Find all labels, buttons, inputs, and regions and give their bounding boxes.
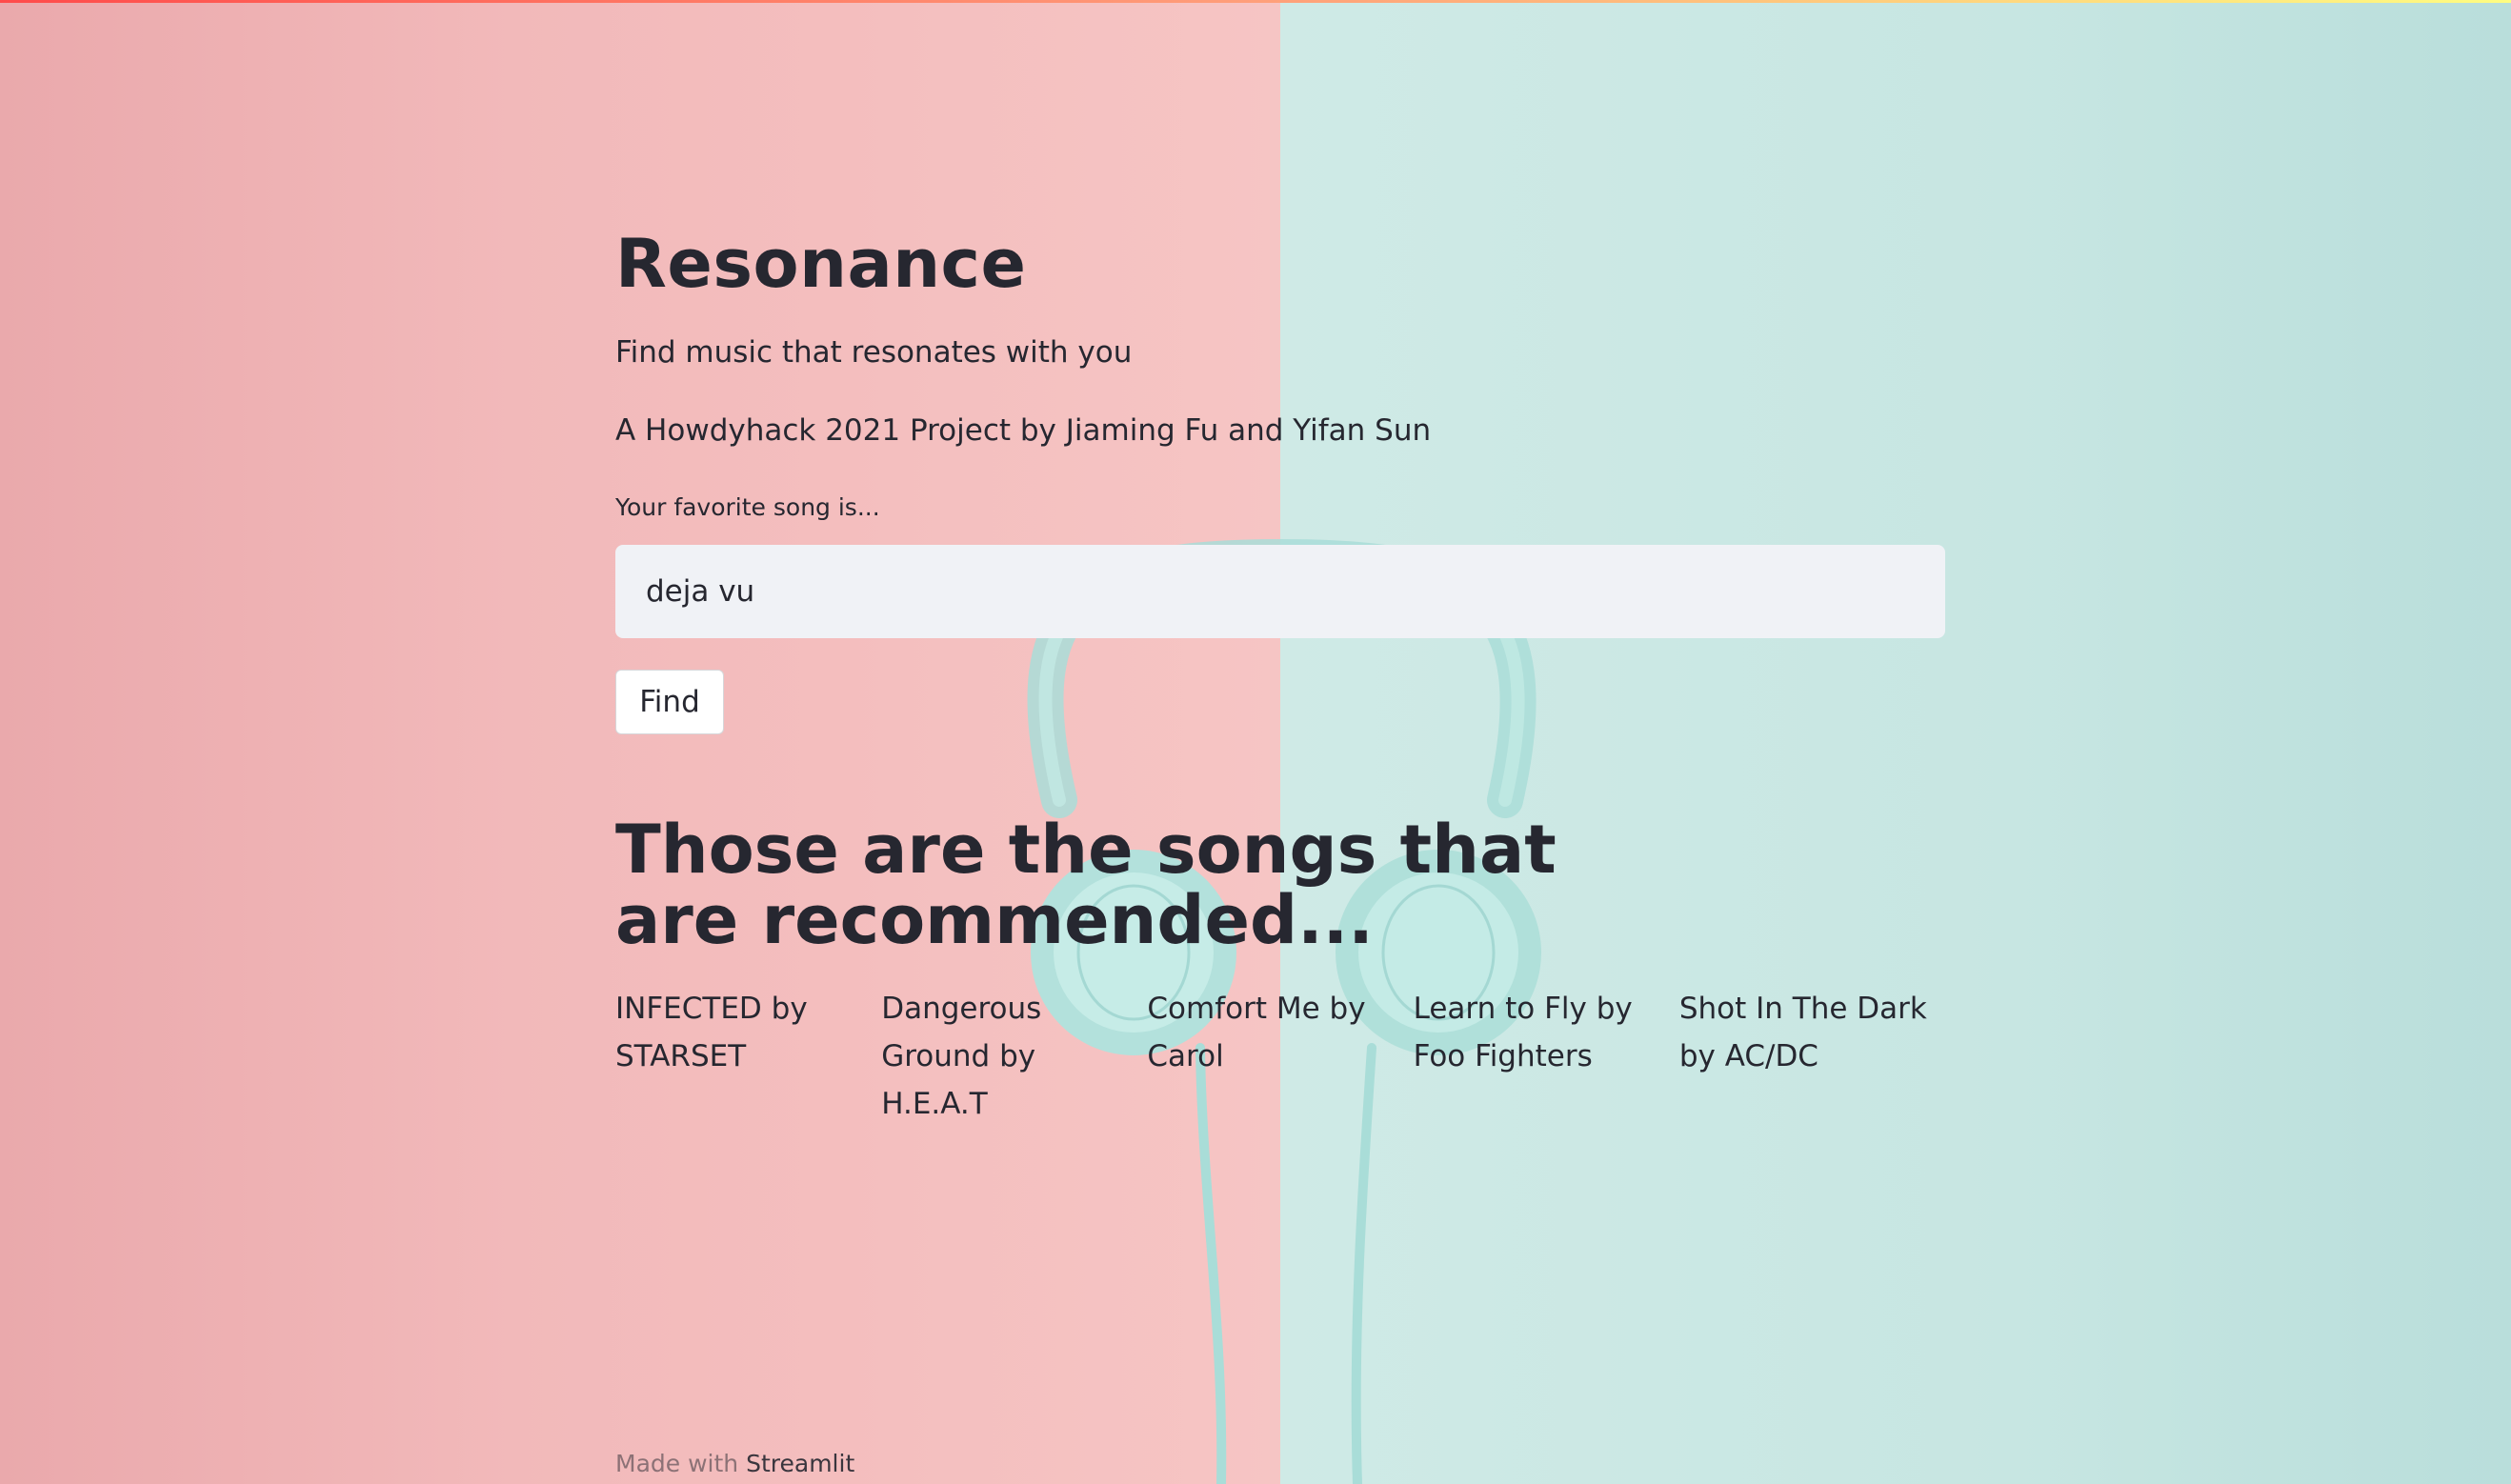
background-image xyxy=(0,0,2511,1484)
recommendations-list: INFECTED by STARSET Dangerous Ground by … xyxy=(615,985,1945,1128)
top-decoration-bar xyxy=(0,0,2511,3)
recommendation-item: Shot In The Dark by AC/DC xyxy=(1678,992,1927,1073)
recommendation-item: INFECTED by STARSET xyxy=(615,992,808,1073)
favorite-song-input[interactable] xyxy=(615,545,1945,638)
favorite-song-label: Your favorite song is... xyxy=(615,493,880,521)
recommendation-item: Learn to Fly by Foo Fighters xyxy=(1413,992,1633,1073)
page-title: Resonance xyxy=(615,225,1027,303)
recommendation-item: Comfort Me by Carol xyxy=(1147,992,1366,1073)
recommendation-item: Dangerous Ground by H.E.A.T xyxy=(881,992,1042,1121)
headphones-illustration xyxy=(1027,538,1541,1484)
footer: Made with Streamlit xyxy=(615,1450,854,1477)
page-subtitle: Find music that resonates with you xyxy=(615,335,1133,370)
find-button[interactable]: Find xyxy=(615,670,724,734)
footer-prefix: Made with xyxy=(615,1450,739,1477)
recommendations-heading: Those are the songs that are recommended… xyxy=(615,811,1557,959)
project-credit: A Howdyhack 2021 Project by Jiaming Fu a… xyxy=(615,413,1432,448)
streamlit-link[interactable]: Streamlit xyxy=(746,1450,854,1477)
